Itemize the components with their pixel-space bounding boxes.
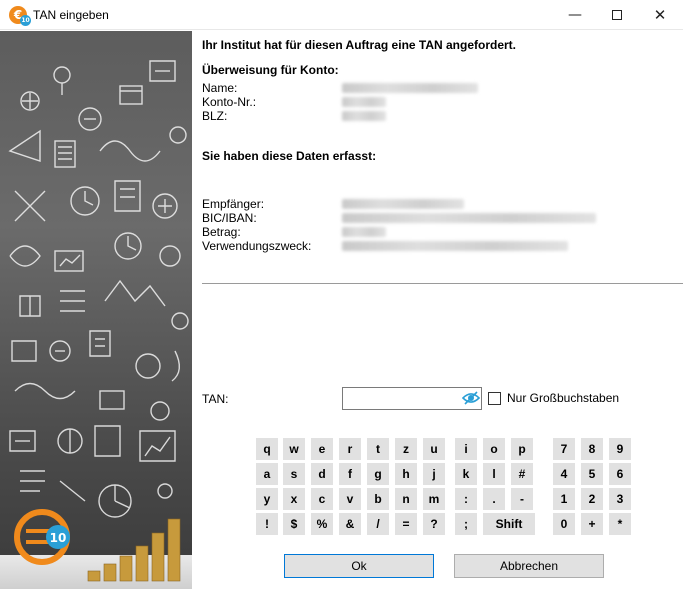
key-percent[interactable]: %	[311, 513, 333, 535]
key-equals[interactable]: =	[395, 513, 417, 535]
key-d[interactable]: d	[311, 463, 333, 485]
key-r[interactable]: r	[339, 438, 361, 460]
key-b[interactable]: b	[367, 488, 389, 510]
amount-label: Betrag:	[202, 225, 241, 239]
key-minus[interactable]: -	[511, 488, 533, 510]
key-l[interactable]: l	[483, 463, 505, 485]
key-7[interactable]: 7	[553, 438, 575, 460]
name-label: Name:	[202, 81, 238, 95]
amount-value-redacted	[342, 227, 386, 237]
name-value-redacted	[342, 83, 478, 93]
key-question[interactable]: ?	[423, 513, 445, 535]
key-dollar[interactable]: $	[283, 513, 305, 535]
key-m[interactable]: m	[423, 488, 445, 510]
key-exclamation[interactable]: !	[256, 513, 278, 535]
window-title: TAN eingeben	[33, 8, 109, 22]
recipient-value-redacted	[342, 199, 464, 209]
key-f[interactable]: f	[339, 463, 361, 485]
key-2[interactable]: 2	[581, 488, 603, 510]
cancel-button[interactable]: Abbrechen	[454, 554, 604, 578]
key-w[interactable]: w	[283, 438, 305, 460]
key-e[interactable]: e	[311, 438, 333, 460]
uppercase-only-checkbox[interactable]	[488, 392, 501, 405]
captured-data-heading: Sie haben diese Daten erfasst:	[202, 149, 377, 163]
key-s[interactable]: s	[283, 463, 305, 485]
blz-value-redacted	[342, 111, 386, 121]
side-illustration: 10	[0, 31, 192, 589]
bic-iban-label: BIC/IBAN:	[202, 211, 257, 225]
account-number-value-redacted	[342, 97, 386, 107]
maximize-button[interactable]	[594, 0, 640, 30]
key-p[interactable]: p	[511, 438, 533, 460]
key-1[interactable]: 1	[553, 488, 575, 510]
recipient-label: Empfänger:	[202, 197, 265, 211]
key-j[interactable]: j	[423, 463, 445, 485]
close-button[interactable]: ✕	[637, 0, 683, 30]
key-9[interactable]: 9	[609, 438, 631, 460]
key-z[interactable]: z	[395, 438, 417, 460]
maximize-icon	[612, 10, 622, 20]
purpose-value-redacted	[342, 241, 568, 251]
key-g[interactable]: g	[367, 463, 389, 485]
key-3[interactable]: 3	[609, 488, 631, 510]
tan-input[interactable]	[342, 387, 482, 410]
minimize-button[interactable]: —	[552, 0, 598, 30]
ok-button[interactable]: Ok	[284, 554, 434, 578]
key-hash[interactable]: #	[511, 463, 533, 485]
app-logo-icon: €10	[9, 6, 31, 26]
bic-iban-value-redacted	[342, 213, 596, 223]
key-q[interactable]: q	[256, 438, 278, 460]
key-n[interactable]: n	[395, 488, 417, 510]
key-x[interactable]: x	[283, 488, 305, 510]
key-8[interactable]: 8	[581, 438, 603, 460]
account-number-label: Konto-Nr.:	[202, 95, 257, 109]
key-k[interactable]: k	[455, 463, 477, 485]
key-shift[interactable]: Shift	[483, 513, 535, 535]
key-0[interactable]: 0	[553, 513, 575, 535]
key-4[interactable]: 4	[553, 463, 575, 485]
tan-request-heading: Ihr Institut hat für diesen Auftrag eine…	[202, 38, 517, 52]
key-semicolon[interactable]: ;	[455, 513, 477, 535]
key-plus[interactable]: +	[581, 513, 603, 535]
key-c[interactable]: c	[311, 488, 333, 510]
key-t[interactable]: t	[367, 438, 389, 460]
key-asterisk[interactable]: *	[609, 513, 631, 535]
key-h[interactable]: h	[395, 463, 417, 485]
key-a[interactable]: a	[256, 463, 278, 485]
uppercase-only-label: Nur Großbuchstaben	[507, 391, 620, 405]
show-password-eye-icon[interactable]	[462, 391, 480, 405]
account-heading: Überweisung für Konto:	[202, 63, 339, 77]
key-y[interactable]: y	[256, 488, 278, 510]
euro-10-logo-icon: 10	[14, 509, 70, 565]
separator-line	[202, 283, 683, 284]
title-bar: €10 TAN eingeben — ✕	[0, 0, 683, 30]
purpose-label: Verwendungszweck:	[202, 239, 312, 253]
key-6[interactable]: 6	[609, 463, 631, 485]
key-o[interactable]: o	[483, 438, 505, 460]
svg-text:10: 10	[50, 531, 67, 545]
tan-label: TAN:	[202, 392, 229, 406]
key-v[interactable]: v	[339, 488, 361, 510]
key-ampersand[interactable]: &	[339, 513, 361, 535]
blz-label: BLZ:	[202, 109, 228, 123]
key-5[interactable]: 5	[581, 463, 603, 485]
key-colon[interactable]: :	[455, 488, 477, 510]
key-i[interactable]: i	[455, 438, 477, 460]
key-u[interactable]: u	[423, 438, 445, 460]
key-slash[interactable]: /	[367, 513, 389, 535]
key-period[interactable]: .	[483, 488, 505, 510]
